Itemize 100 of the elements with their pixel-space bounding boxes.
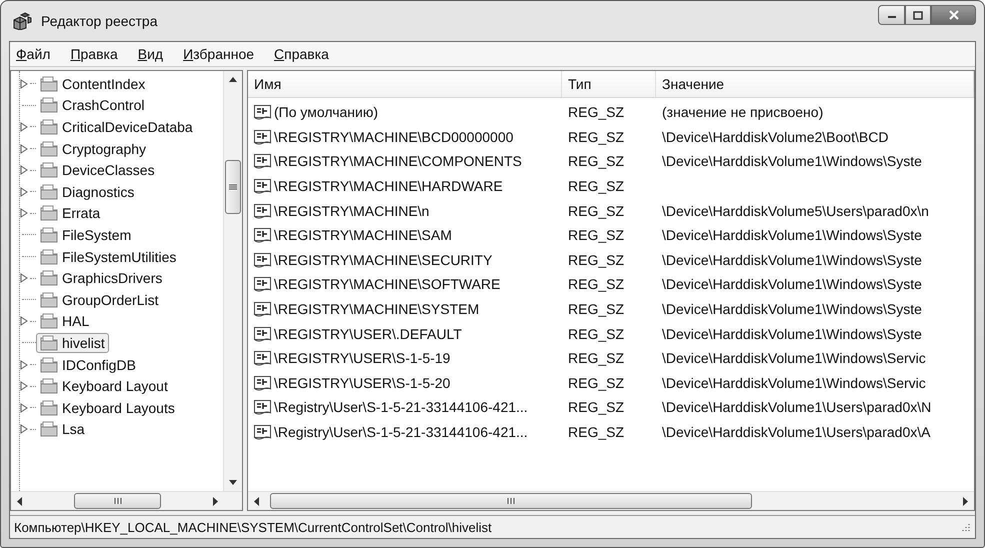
expand-triangle-icon[interactable] xyxy=(20,122,28,132)
tree-item[interactable]: FileSystemUtilities xyxy=(36,246,180,267)
menu-item[interactable]: Вид xyxy=(136,46,166,62)
string-value-icon xyxy=(254,153,272,170)
tree-item[interactable]: IDConfigDB xyxy=(36,354,140,375)
expand-triangle-icon[interactable] xyxy=(20,381,28,392)
tree-item[interactable]: Diagnostics xyxy=(36,182,138,202)
expand-triangle-icon[interactable] xyxy=(20,165,28,176)
table-cell: REG_SZ xyxy=(568,227,624,244)
folder-icon xyxy=(40,292,58,308)
scrollbar-thumb[interactable] xyxy=(225,160,241,214)
table-cell: \Registry\User\S-1-5-21-33144106-421... xyxy=(274,424,528,440)
table-cell: (По умолчанию) xyxy=(274,104,378,120)
folder-icon xyxy=(40,248,58,265)
tree-item[interactable]: FileSystem xyxy=(36,224,136,245)
tree-item[interactable]: GroupOrderList xyxy=(36,290,162,310)
tree-item[interactable]: DeviceClasses xyxy=(36,160,159,180)
table-cell: \Device\HarddiskVolume1\Windows\Syste xyxy=(662,276,922,292)
tree-item[interactable]: CriticalDeviceDataba xyxy=(36,116,197,137)
expand-triangle-icon[interactable] xyxy=(20,78,28,89)
expand-triangle-icon[interactable] xyxy=(20,316,28,326)
folder-icon xyxy=(40,400,58,416)
expand-triangle-icon[interactable] xyxy=(20,144,28,154)
folder-icon xyxy=(40,118,58,135)
tree-item[interactable]: CrashControl xyxy=(36,95,148,116)
table-cell: REG_SZ xyxy=(568,178,624,194)
table-cell: REG_SZ xyxy=(568,202,624,219)
folder-icon xyxy=(40,205,58,222)
string-value-icon xyxy=(254,202,272,219)
tree-item[interactable]: HAL xyxy=(36,311,94,332)
tree-item[interactable]: GraphicsDrivers xyxy=(36,268,166,288)
table-cell: REG_SZ xyxy=(568,104,624,120)
folder-icon xyxy=(40,334,58,351)
table-cell: REG_SZ xyxy=(568,399,624,416)
table-cell: REG_SZ xyxy=(568,374,624,391)
tree-item[interactable]: Cryptography xyxy=(36,138,150,159)
tree-item[interactable]: ContentIndex xyxy=(36,74,150,94)
folder-icon xyxy=(40,76,58,92)
string-value-icon xyxy=(254,424,272,440)
scrollbar-thumb[interactable] xyxy=(74,493,161,509)
folder-icon xyxy=(40,378,58,394)
string-value-icon xyxy=(254,276,272,292)
table-cell: (значение не присвоено) xyxy=(662,104,824,120)
table-cell: REG_SZ xyxy=(568,128,624,145)
table-cell: \REGISTRY\MACHINE\SAM xyxy=(274,227,452,244)
table-cell: REG_SZ xyxy=(568,301,624,318)
tree-item[interactable]: Keyboard Layout xyxy=(36,376,172,396)
table-cell: \REGISTRY\MACHINE\COMPONENTS xyxy=(274,153,522,170)
menu-item[interactable]: Справка xyxy=(272,46,331,62)
scrollbar-thumb[interactable] xyxy=(270,493,752,509)
expand-triangle-icon[interactable] xyxy=(20,208,28,218)
table-cell: REG_SZ xyxy=(568,424,624,440)
vertical-scrollbar[interactable] xyxy=(223,71,242,491)
tree-item[interactable]: Lsa xyxy=(36,419,89,440)
tree-item[interactable]: Keyboard Layouts xyxy=(36,398,179,418)
string-value-icon xyxy=(254,252,272,268)
minimize-button[interactable] xyxy=(878,5,905,25)
table-cell: REG_SZ xyxy=(568,350,624,366)
table-cell: \REGISTRY\MACHINE\HARDWARE xyxy=(274,178,503,194)
expand-triangle-icon[interactable] xyxy=(20,360,28,370)
close-button[interactable] xyxy=(931,5,976,25)
table-cell: REG_SZ xyxy=(568,252,624,268)
column-header[interactable]: Имя xyxy=(248,71,562,97)
horizontal-scrollbar[interactable] xyxy=(248,491,974,510)
table-cell: \Device\HarddiskVolume1\Windows\Syste xyxy=(662,252,922,268)
expand-triangle-icon[interactable] xyxy=(20,424,28,434)
folder-icon xyxy=(40,226,58,243)
table-cell: \Device\HarddiskVolume1\Windows\Servic xyxy=(662,350,926,366)
folder-icon xyxy=(40,140,58,157)
table-cell: REG_SZ xyxy=(568,326,624,342)
string-value-icon xyxy=(254,128,272,145)
table-cell: \REGISTRY\MACHINE\n xyxy=(274,202,430,219)
menu-item[interactable]: Файл xyxy=(14,46,52,62)
folder-icon xyxy=(40,356,58,373)
string-value-icon xyxy=(254,227,272,244)
table-cell: REG_SZ xyxy=(568,276,624,292)
table-cell: \Device\HarddiskVolume1\Users\parad0x\N xyxy=(662,399,932,416)
maximize-button[interactable] xyxy=(905,5,931,25)
folder-icon xyxy=(40,421,58,438)
expand-triangle-icon[interactable] xyxy=(20,402,28,413)
menu-item[interactable]: Правка xyxy=(68,46,120,62)
table-cell: \Registry\User\S-1-5-21-33144106-421... xyxy=(274,399,528,416)
grip-icon xyxy=(507,497,515,505)
expand-triangle-icon[interactable] xyxy=(20,273,28,284)
column-header[interactable]: Тип xyxy=(562,71,656,97)
folder-icon xyxy=(40,184,58,200)
string-value-icon xyxy=(254,399,272,416)
status-path: Компьютер\HKEY_LOCAL_MACHINE\SYSTEM\CurrentControlSet\Control\hivelist xyxy=(14,520,493,534)
menu-item[interactable]: Избранное xyxy=(181,46,256,62)
string-value-icon xyxy=(254,326,272,342)
table-cell: \Device\HarddiskVolume2\Boot\BCD xyxy=(662,128,888,145)
tree-item[interactable]: hivelist xyxy=(36,332,109,353)
column-header[interactable]: Значение xyxy=(656,71,974,97)
string-value-icon xyxy=(254,374,272,391)
table-cell: \Device\HarddiskVolume1\Users\parad0x\A xyxy=(662,424,930,440)
horizontal-scrollbar[interactable] xyxy=(11,491,242,510)
expand-triangle-icon[interactable] xyxy=(20,186,28,197)
tree-item[interactable]: Errata xyxy=(36,203,104,224)
table-cell: \Device\HarddiskVolume1\Windows\Syste xyxy=(662,153,922,170)
folder-icon xyxy=(40,162,58,178)
